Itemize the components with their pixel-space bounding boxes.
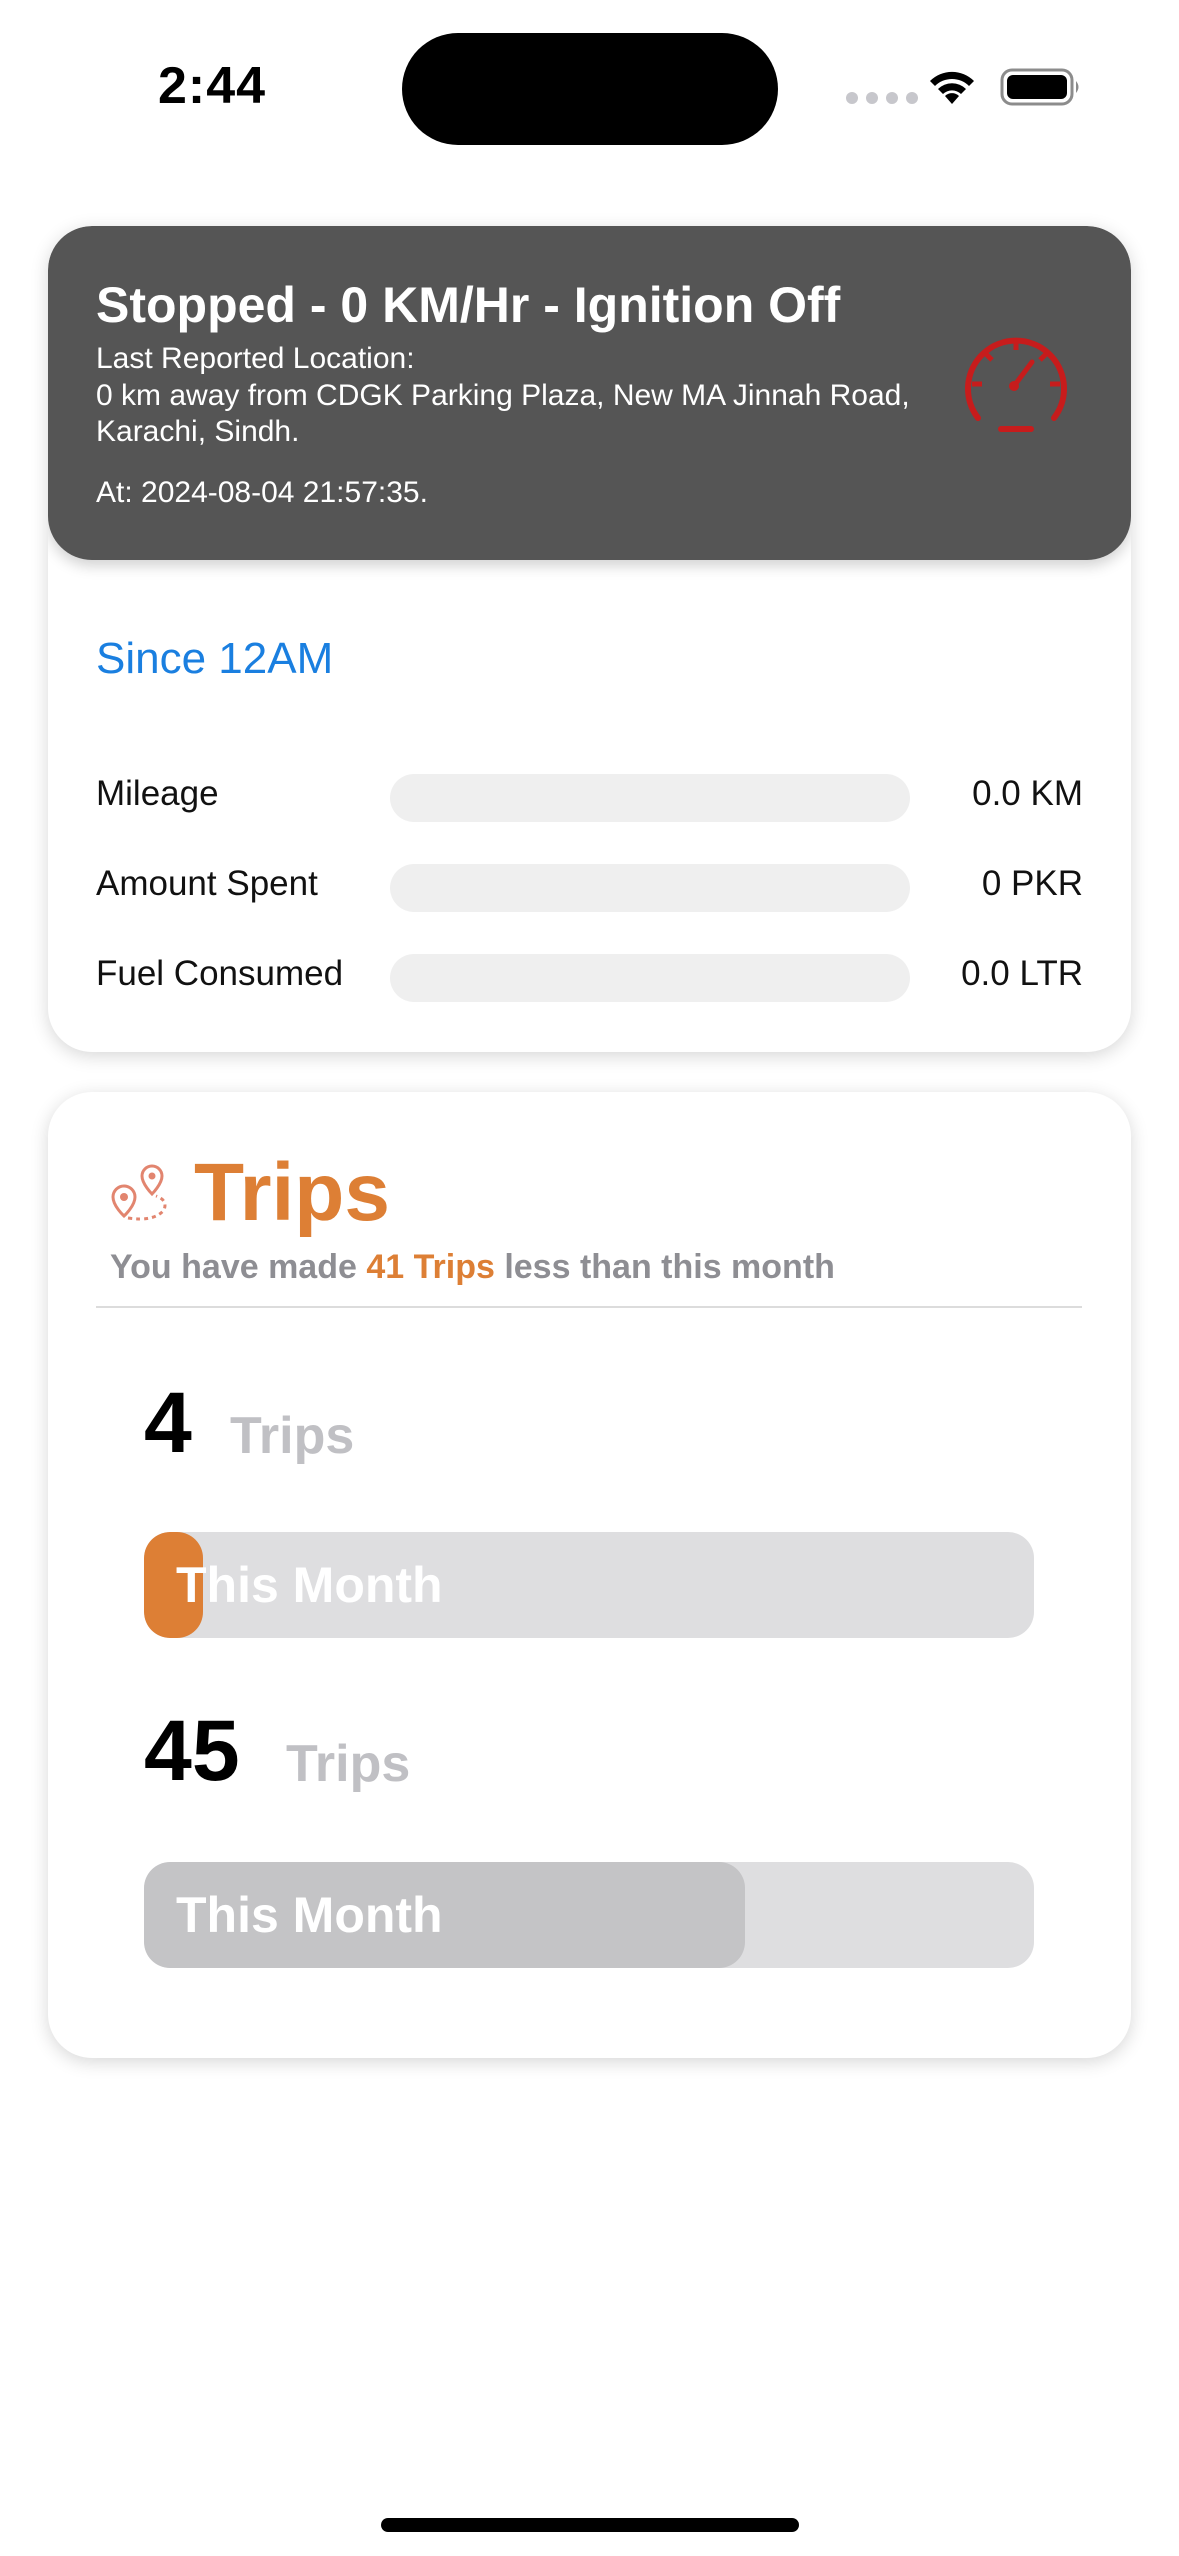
vehicle-status-card[interactable]: Stopped - 0 KM/Hr - Ignition Off Last Re… xyxy=(48,226,1131,1052)
fuel-consumed-label: Fuel Consumed xyxy=(96,954,344,993)
divider xyxy=(96,1306,1082,1308)
trips-title: Trips xyxy=(194,1147,390,1238)
trips-card[interactable]: Trips You have made 41 Trips less than t… xyxy=(48,1092,1131,2058)
vehicle-status-title: Stopped - 0 KM/Hr - Ignition Off xyxy=(96,277,841,333)
status-bar: 2:44 xyxy=(0,0,1179,160)
home-indicator[interactable] xyxy=(381,2518,799,2532)
mileage-bar xyxy=(390,774,910,822)
last-location-text: 0 km away from CDGK Parking Plaza, New M… xyxy=(96,379,910,448)
fuel-consumed-value: 0.0 LTR xyxy=(961,954,1083,993)
trip-count-2: 45 xyxy=(144,1703,240,1799)
last-report-timestamp: At: 2024-08-04 21:57:35. xyxy=(96,476,428,509)
mileage-value: 0.0 KM xyxy=(972,774,1083,813)
trip-progress-bar-1: This Month xyxy=(144,1532,1034,1638)
last-location-label: Last Reported Location: xyxy=(96,342,415,375)
wifi-icon xyxy=(930,71,974,104)
trip-unit-2: Trips xyxy=(286,1735,411,1793)
dynamic-island xyxy=(402,33,778,145)
route-pins-icon xyxy=(111,1164,167,1221)
battery-icon xyxy=(1000,68,1079,106)
trip-progress-label-2: This Month xyxy=(176,1887,443,1943)
fuel-consumed-bar xyxy=(390,954,910,1002)
mileage-label: Mileage xyxy=(96,774,219,813)
trip-unit-1: Trips xyxy=(230,1407,355,1465)
amount-spent-bar xyxy=(390,864,910,912)
since-12am-label: Since 12AM xyxy=(96,634,334,683)
signal-dots-icon xyxy=(846,92,918,104)
amount-spent-label: Amount Spent xyxy=(96,864,318,903)
status-time: 2:44 xyxy=(158,57,267,115)
speedometer-icon xyxy=(965,337,1067,432)
trip-count-1: 4 xyxy=(144,1375,192,1471)
trip-progress-label-1: This Month xyxy=(176,1557,443,1613)
trips-difference-highlight: 41 Trips xyxy=(366,1248,495,1286)
trips-subtitle: You have made 41 Trips less than this mo… xyxy=(110,1248,835,1286)
amount-spent-value: 0 PKR xyxy=(981,864,1083,903)
trip-progress-bar-2: This Month xyxy=(144,1862,1034,1968)
vehicle-status-header: Stopped - 0 KM/Hr - Ignition Off Last Re… xyxy=(48,226,1131,560)
